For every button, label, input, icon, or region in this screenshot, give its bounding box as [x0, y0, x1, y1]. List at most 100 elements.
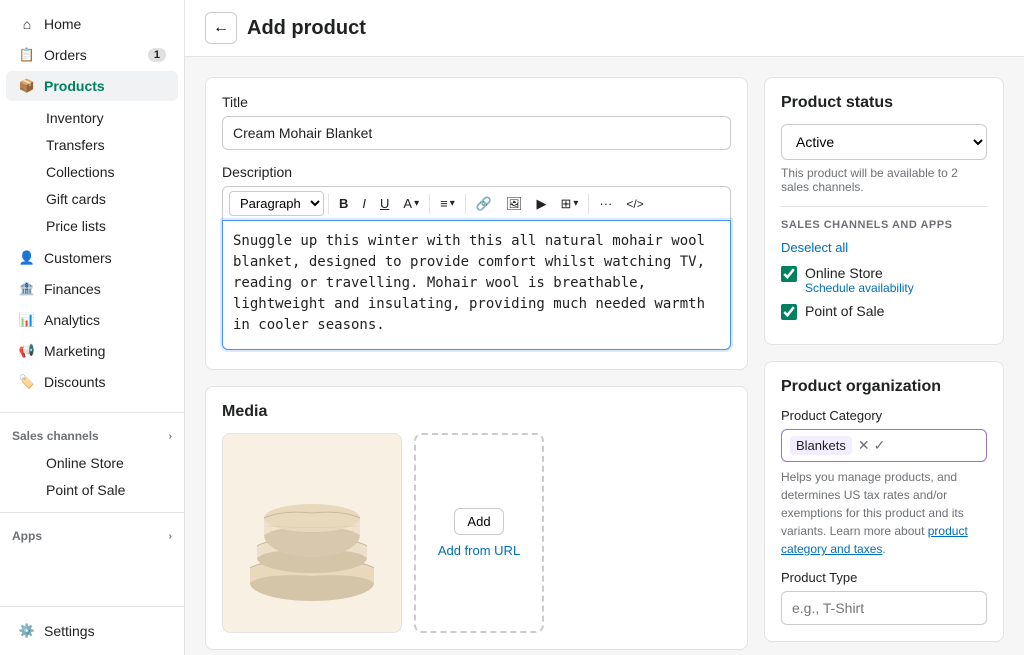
sidebar-item-customers[interactable]: Customers — [6, 243, 178, 273]
status-help-text: This product will be available to 2 sale… — [781, 166, 987, 194]
products-icon — [18, 77, 36, 95]
sidebar-item-label: Customers — [44, 250, 112, 266]
media-card: Media — [205, 386, 748, 650]
category-input-wrap[interactable]: Blankets ✕ ✓ — [781, 429, 987, 462]
table-button[interactable]: ⊞ ▾ — [554, 192, 584, 216]
text-color-button[interactable]: A ▾ — [397, 192, 425, 215]
product-details-card: Title Description Paragraph B I U A ▾ — [205, 77, 748, 370]
add-media-button[interactable]: Add — [454, 508, 503, 535]
add-from-url-link[interactable]: Add from URL — [438, 543, 520, 558]
apps-section-label[interactable]: Apps › — [0, 519, 184, 547]
category-confirm-icon[interactable]: ✓ — [874, 437, 886, 454]
marketing-icon — [18, 342, 36, 360]
products-submenu: Inventory Transfers Collections Gift car… — [0, 102, 184, 242]
sidebar-item-collections[interactable]: Collections — [38, 159, 184, 185]
channel-online-store: Online Store Schedule availability — [781, 265, 987, 295]
sidebar-item-label: Orders — [44, 47, 87, 63]
toolbar-divider-1 — [328, 194, 329, 214]
sidebar-item-analytics[interactable]: Analytics — [6, 305, 178, 335]
channel-pos: Point of Sale — [781, 303, 987, 320]
product-status-title: Product status — [781, 94, 987, 112]
paragraph-style-select[interactable]: Paragraph — [229, 191, 324, 216]
org-help-text: Helps you manage products, and determine… — [781, 468, 987, 558]
product-org-title: Product organization — [781, 378, 987, 396]
page-body: Title Description Paragraph B I U A ▾ — [185, 57, 1024, 655]
sidebar-item-label: Finances — [44, 281, 101, 297]
description-label: Description — [222, 164, 731, 180]
right-column: Product status Active Draft This product… — [764, 77, 1004, 635]
product-type-input[interactable] — [781, 591, 987, 625]
product-category-label: Product Category — [781, 408, 987, 423]
online-store-checkbox[interactable] — [781, 266, 797, 282]
page-header: ← Add product — [185, 0, 1024, 57]
sidebar-item-label: Home — [44, 16, 81, 32]
sales-channels-chevron-icon: › — [169, 431, 172, 442]
link-button[interactable]: 🔗 — [470, 192, 498, 216]
sidebar-item-label: Analytics — [44, 312, 100, 328]
sidebar-item-gift-cards[interactable]: Gift cards — [38, 186, 184, 212]
image-button[interactable]: 🖼 — [500, 192, 529, 216]
blanket-image — [232, 453, 392, 613]
sidebar-item-transfers[interactable]: Transfers — [38, 132, 184, 158]
text-color-chevron-icon: ▾ — [414, 198, 419, 209]
orders-icon — [18, 46, 36, 64]
category-clear-icon[interactable]: ✕ — [858, 437, 870, 454]
sidebar-item-settings[interactable]: Settings — [6, 616, 178, 646]
pos-label: Point of Sale — [805, 303, 884, 319]
sidebar-item-label: Discounts — [44, 374, 105, 390]
description-textarea[interactable]: Snuggle up this winter with this all nat… — [222, 220, 731, 350]
media-item-blanket[interactable] — [222, 433, 402, 633]
product-status-card: Product status Active Draft This product… — [764, 77, 1004, 345]
online-store-label: Online Store — [805, 265, 914, 281]
title-label: Title — [222, 94, 731, 110]
settings-icon — [18, 622, 36, 640]
code-button[interactable]: </> — [620, 193, 649, 215]
pos-checkbox[interactable] — [781, 304, 797, 320]
product-type-label: Product Type — [781, 570, 987, 585]
rte-toolbar: Paragraph B I U A ▾ ≡ ▾ — [222, 186, 731, 220]
sales-channels-menu: Online Store Point of Sale — [0, 447, 184, 506]
discounts-icon — [18, 373, 36, 391]
sidebar-item-label: Marketing — [44, 343, 105, 359]
customers-icon — [18, 249, 36, 267]
deselect-all-link[interactable]: Deselect all — [781, 240, 848, 255]
product-status-select[interactable]: Active Draft — [781, 124, 987, 160]
sidebar-item-discounts[interactable]: Discounts — [6, 367, 178, 397]
analytics-icon — [18, 311, 36, 329]
media-grid: Add Add from URL — [222, 433, 731, 633]
sidebar-item-finances[interactable]: Finances — [6, 274, 178, 304]
back-icon: ← — [213, 19, 229, 37]
apps-chevron-icon: › — [169, 531, 172, 542]
sidebar-item-products[interactable]: Products — [6, 71, 178, 101]
sidebar-item-point-of-sale[interactable]: Point of Sale — [38, 477, 184, 503]
media-upload-zone[interactable]: Add Add from URL — [414, 433, 544, 633]
sales-channels-section-label[interactable]: Sales channels › — [0, 419, 184, 447]
toolbar-divider-3 — [465, 194, 466, 214]
media-title: Media — [222, 403, 731, 421]
left-column: Title Description Paragraph B I U A ▾ — [205, 77, 748, 635]
page-title: Add product — [247, 17, 366, 40]
title-input[interactable] — [222, 116, 731, 150]
sidebar-item-label: Products — [44, 78, 105, 94]
product-org-card: Product organization Product Category Bl… — [764, 361, 1004, 642]
schedule-availability-link[interactable]: Schedule availability — [805, 281, 914, 295]
sales-channels-label: SALES CHANNELS AND APPS — [781, 219, 987, 231]
home-icon — [18, 15, 36, 33]
sidebar-item-marketing[interactable]: Marketing — [6, 336, 178, 366]
bold-button[interactable]: B — [333, 192, 354, 215]
sidebar-item-online-store[interactable]: Online Store — [38, 450, 184, 476]
finances-icon — [18, 280, 36, 298]
underline-button[interactable]: U — [374, 192, 395, 215]
italic-button[interactable]: I — [356, 192, 372, 215]
main-content: ← Add product Title Description Paragrap… — [185, 0, 1024, 655]
more-button[interactable]: ··· — [593, 192, 618, 215]
sidebar-item-price-lists[interactable]: Price lists — [38, 213, 184, 239]
sidebar-item-orders[interactable]: Orders 1 — [6, 40, 178, 70]
back-button[interactable]: ← — [205, 12, 237, 44]
sidebar-item-home[interactable]: Home — [6, 9, 178, 39]
sidebar-item-label: Settings — [44, 623, 95, 639]
align-button[interactable]: ≡ ▾ — [434, 192, 461, 215]
sidebar-item-inventory[interactable]: Inventory — [38, 105, 184, 131]
toolbar-divider-2 — [429, 194, 430, 214]
video-button[interactable]: ▶ — [530, 192, 552, 216]
